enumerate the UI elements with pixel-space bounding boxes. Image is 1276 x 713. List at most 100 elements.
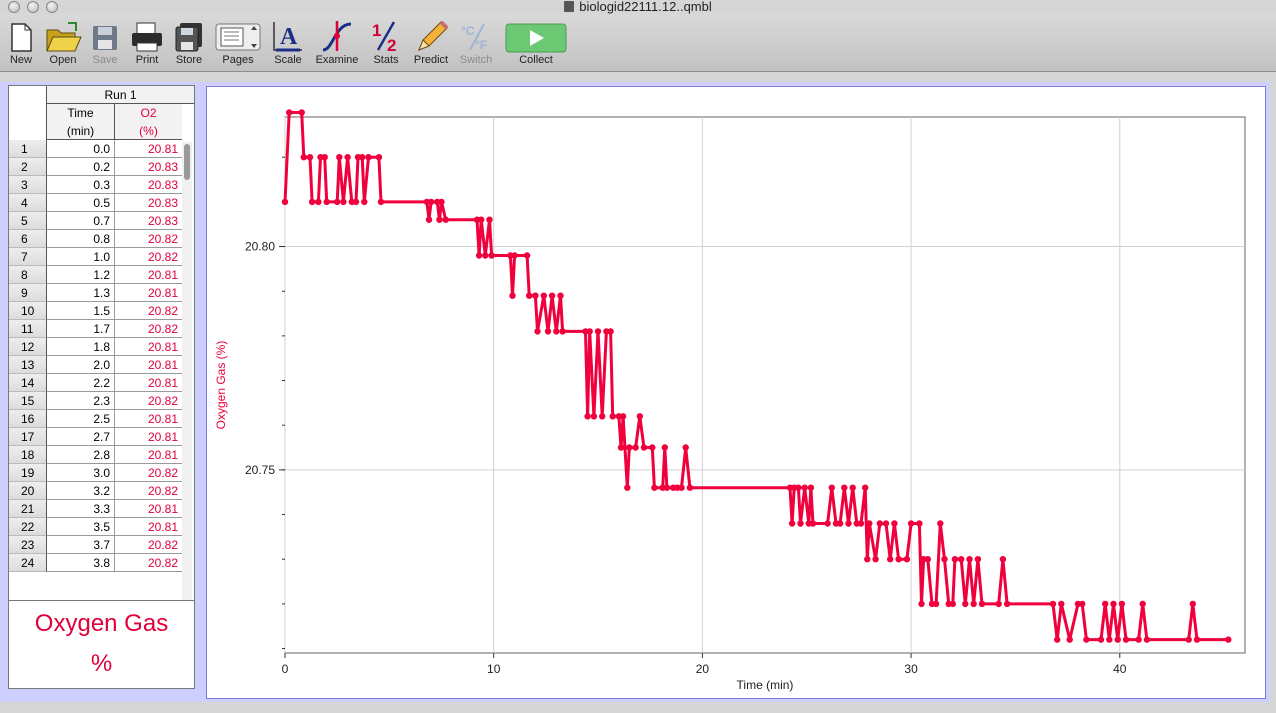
plot-area — [284, 116, 1246, 654]
oxygen-plot[interactable]: 0 10 20 30 40 20.75 20.80 Time (min) Oxygen Gas … — [207, 87, 1265, 698]
data-point — [1097, 636, 1105, 643]
data-point — [438, 198, 445, 206]
data-point — [995, 600, 1002, 608]
svg-text:2: 2 — [387, 36, 396, 54]
stats-icon: 12 — [372, 21, 396, 54]
data-point — [1083, 636, 1090, 643]
row-number: 18 — [9, 446, 46, 464]
data-point — [1106, 636, 1113, 643]
save-button[interactable]: Save — [88, 18, 122, 70]
data-point — [1114, 636, 1121, 643]
table-row[interactable]: 22 3.5 20.81 — [9, 518, 194, 536]
data-point — [651, 484, 658, 491]
table-row[interactable]: 14 2.2 20.81 — [9, 374, 194, 392]
table-row[interactable]: 21 3.3 20.81 — [9, 500, 194, 518]
table-row[interactable]: 24 3.8 20.82 — [9, 554, 194, 572]
row-number: 10 — [9, 302, 46, 320]
open-button[interactable]: Open — [44, 18, 82, 70]
close-window-button[interactable] — [8, 1, 20, 13]
data-point — [872, 556, 879, 563]
data-point — [966, 556, 973, 563]
table-row[interactable]: 3 0.3 20.83 — [9, 176, 194, 194]
table-row[interactable]: 4 0.5 20.83 — [9, 194, 194, 212]
store-button[interactable]: Store — [171, 18, 207, 70]
print-button[interactable]: Print — [129, 18, 165, 70]
zoom-window-button[interactable] — [46, 1, 58, 13]
table-row[interactable]: 10 1.5 20.82 — [9, 302, 194, 320]
graph[interactable]: 0 10 20 30 40 20.75 20.80 Time (min) Oxygen Gas … — [206, 86, 1266, 699]
row-number: 9 — [9, 284, 46, 302]
data-point — [882, 520, 890, 527]
table-row[interactable]: 23 3.7 20.82 — [9, 536, 194, 554]
row-number: 17 — [9, 428, 46, 446]
table-row[interactable]: 2 0.2 20.83 — [9, 158, 194, 176]
table-row[interactable]: 16 2.5 20.81 — [9, 410, 194, 428]
collect-button[interactable]: Collect — [504, 18, 568, 70]
data-point — [978, 600, 986, 608]
time-column-header[interactable]: Time (min) — [46, 104, 114, 140]
time-cell: 3.5 — [46, 518, 114, 536]
pages-button[interactable]: Pages — [214, 18, 262, 70]
table-row[interactable]: 18 2.8 20.81 — [9, 446, 194, 464]
data-point — [903, 556, 911, 563]
store-icon — [175, 23, 202, 52]
data-point — [478, 216, 485, 223]
table-row[interactable]: 17 2.7 20.81 — [9, 428, 194, 446]
table-row[interactable]: 5 0.7 20.83 — [9, 212, 194, 230]
table-row[interactable]: 8 1.2 20.81 — [9, 266, 194, 284]
examine-button[interactable]: Examine — [312, 18, 362, 70]
data-point — [336, 154, 343, 161]
table-row[interactable]: 12 1.8 20.81 — [9, 338, 194, 356]
table-row[interactable]: 9 1.3 20.81 — [9, 284, 194, 302]
data-point — [895, 556, 902, 563]
svg-text:°C: °C — [461, 24, 475, 38]
table-row[interactable]: 11 1.7 20.82 — [9, 320, 194, 338]
scale-button[interactable]: A Scale — [270, 18, 306, 70]
table-row[interactable]: 20 3.2 20.82 — [9, 482, 194, 500]
floppy-disk-icon — [93, 26, 117, 50]
data-point — [824, 520, 831, 527]
table-row[interactable]: 7 1.0 20.82 — [9, 248, 194, 266]
printer-icon — [132, 22, 162, 52]
table-row[interactable]: 13 2.0 20.81 — [9, 356, 194, 374]
time-cell: 1.2 — [46, 266, 114, 284]
data-table[interactable]: Run 1 Time (min) O2 (%) 1 0.0 20.81 2 0.2 20.… — [8, 85, 195, 670]
stats-button[interactable]: 12 Stats — [368, 18, 404, 70]
predict-button[interactable]: Predict — [410, 18, 452, 70]
o2-cell: 20.82 — [114, 482, 182, 500]
time-cell: 3.8 — [46, 554, 114, 572]
o2-cell: 20.82 — [114, 302, 182, 320]
data-point — [511, 252, 518, 259]
time-cell: 0.5 — [46, 194, 114, 212]
data-point — [924, 556, 931, 563]
data-point — [661, 444, 668, 451]
data-point — [974, 556, 982, 563]
data-point — [1003, 600, 1011, 608]
o2-column-header[interactable]: O2 (%) — [114, 104, 182, 140]
scroll-thumb[interactable] — [184, 144, 190, 180]
data-point — [1066, 636, 1073, 643]
time-cell: 1.3 — [46, 284, 114, 302]
data-point — [599, 413, 606, 420]
o2-cell: 20.81 — [114, 500, 182, 518]
vertical-scrollbar[interactable] — [182, 142, 192, 654]
table-row[interactable]: 6 0.8 20.82 — [9, 230, 194, 248]
table-row[interactable]: 1 0.0 20.81 — [9, 140, 194, 158]
data-point — [949, 600, 956, 608]
time-cell: 0.2 — [46, 158, 114, 176]
new-button[interactable]: New — [4, 18, 38, 70]
o2-cell: 20.81 — [114, 338, 182, 356]
table-row[interactable]: 15 2.3 20.82 — [9, 392, 194, 410]
o2-cell: 20.83 — [114, 194, 182, 212]
o2-cell: 20.82 — [114, 392, 182, 410]
row-number: 13 — [9, 356, 46, 374]
svg-text:°F: °F — [475, 38, 487, 52]
switch-button[interactable]: °C °F Switch — [456, 18, 496, 70]
data-point — [907, 520, 915, 527]
data-point — [624, 484, 631, 491]
time-cell: 1.0 — [46, 248, 114, 266]
table-row[interactable]: 19 3.0 20.82 — [9, 464, 194, 482]
data-point — [809, 520, 817, 527]
minimize-window-button[interactable] — [27, 1, 39, 13]
data-point — [540, 292, 547, 299]
